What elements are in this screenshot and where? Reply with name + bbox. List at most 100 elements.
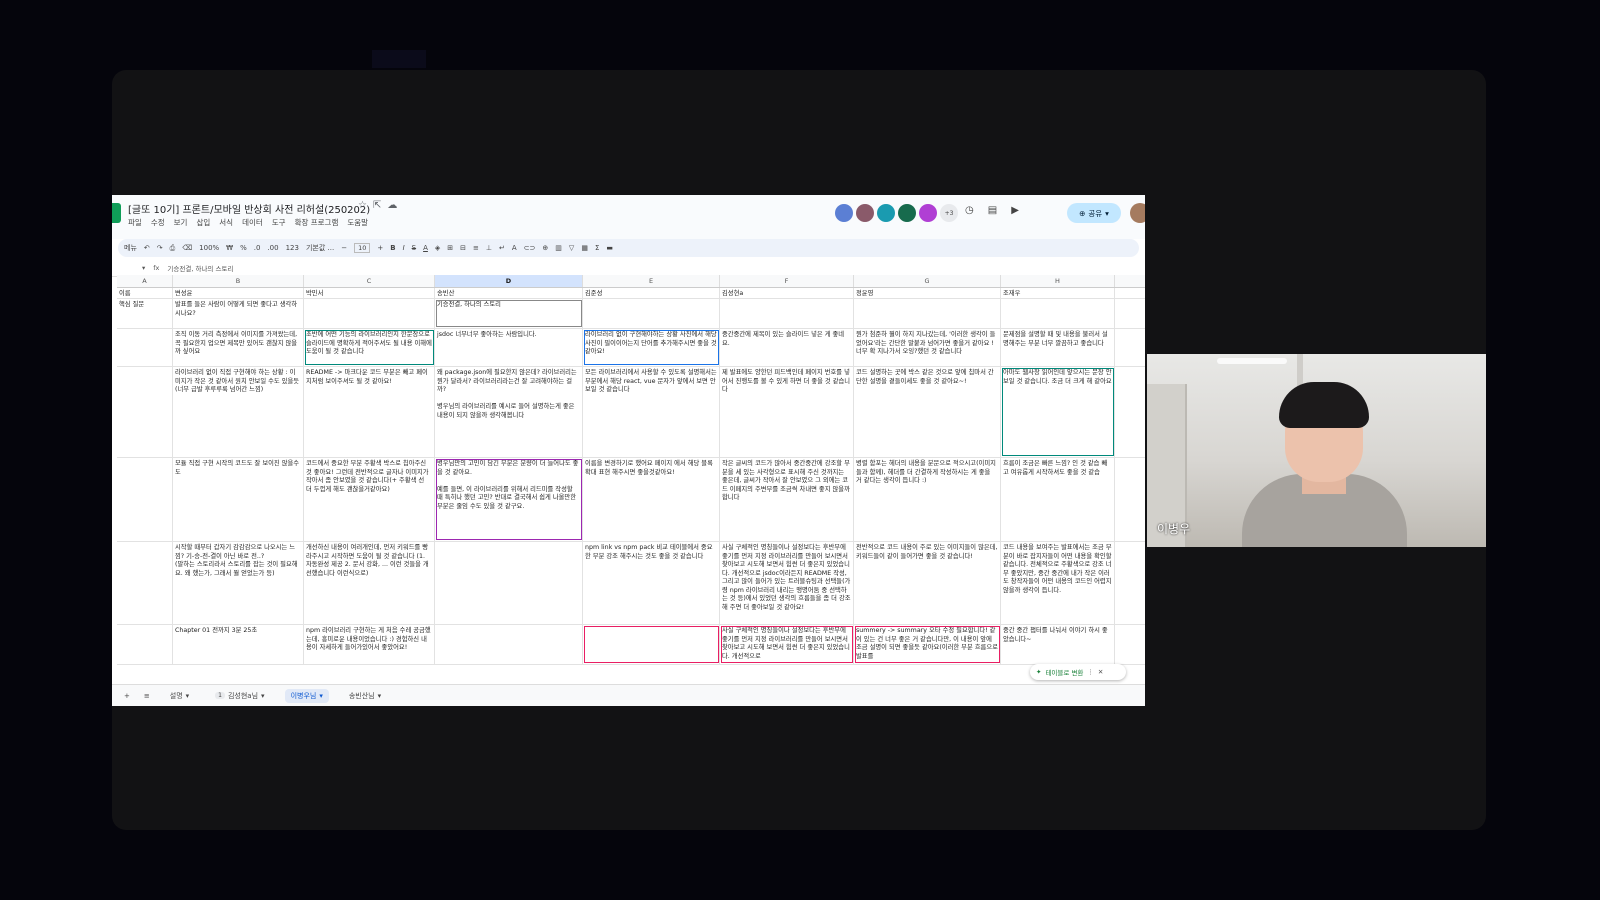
table-cell[interactable]: 라이브러리 없이 직접 구현해야 하는 상황 : 이미지가 작은 것 같아서 원…: [173, 367, 304, 457]
currency-format[interactable]: ₩: [226, 244, 233, 252]
cloud-icon[interactable]: ☁: [387, 200, 403, 211]
history-icon[interactable]: ◷: [965, 205, 974, 216]
align-icon[interactable]: ≡: [473, 244, 479, 252]
font-select[interactable]: 기본값 ...: [306, 243, 334, 253]
merge-icon[interactable]: ⊟: [460, 244, 466, 252]
table-cell[interactable]: 발표를 들은 사람이 어떻게 되면 좋다고 생각하시나요?: [173, 299, 304, 328]
table-cell[interactable]: 병우님만의 고민이 담긴 부분은 분량이 더 늘어나도 좋을 것 같아요. 예를…: [435, 458, 583, 541]
account-avatar[interactable]: [1130, 203, 1145, 223]
comment-icon[interactable]: ▤: [988, 205, 997, 216]
input-tools-icon[interactable]: ▬: [606, 244, 613, 252]
font-size-increase[interactable]: +: [377, 244, 383, 252]
avatar[interactable]: [919, 204, 937, 222]
filter-views-icon[interactable]: ▦: [581, 244, 588, 252]
table-cell[interactable]: 이름: [117, 288, 173, 298]
table-cell[interactable]: 핵심 질문: [117, 299, 173, 328]
convert-to-table-chip[interactable]: ✦ 테이블로 변환 ⋮ ✕: [1030, 664, 1126, 680]
table-cell[interactable]: 작은 글씨의 코드가 많아서 중간중간에 강조할 부분을 세 있는 사각형으로 …: [720, 458, 854, 541]
table-cell[interactable]: [117, 458, 173, 541]
menu-format[interactable]: 서식: [219, 217, 233, 228]
table-cell[interactable]: [583, 625, 720, 664]
avatar[interactable]: [877, 204, 895, 222]
table-cell[interactable]: [1001, 299, 1115, 328]
table-cell[interactable]: 왜 package.json에 필요한지 않은데? 라이브러리는 뭔가 달라서?…: [435, 367, 583, 457]
print-icon[interactable]: ⎙: [170, 244, 176, 253]
menu-insert[interactable]: 삽입: [196, 217, 210, 228]
table-cell[interactable]: 사실 구체적인 명칭들이나 설정보다는 후반부에 좋기를 먼저 지정 라이브러리…: [720, 542, 854, 624]
table-cell[interactable]: 코드 설명하는 곳에 박스 같은 것으로 앞에 칩마서 간단한 설명을 곁들이세…: [854, 367, 1001, 457]
meet-icon[interactable]: ▶: [1011, 205, 1019, 216]
table-cell[interactable]: 개선하신 내용이 여러개인데, 먼저 키워드를 빵라주시고 시작하면 도움이 될…: [304, 542, 435, 624]
table-cell[interactable]: npm link vs npm pack 비교 테이블에서 중요한 부분 강조 …: [583, 542, 720, 624]
close-icon[interactable]: ✕: [1098, 668, 1103, 676]
menu-data[interactable]: 데이터: [242, 217, 263, 228]
table-cell[interactable]: 조재우: [1001, 288, 1115, 298]
italic-icon[interactable]: I: [403, 244, 405, 252]
undo-icon[interactable]: ↶: [144, 244, 150, 252]
column-header-selected[interactable]: D: [435, 275, 583, 287]
valign-icon[interactable]: ⊥: [486, 244, 492, 252]
increase-decimal[interactable]: .00: [267, 244, 278, 252]
chevron-down-icon[interactable]: ▾: [142, 264, 145, 272]
column-header[interactable]: F: [720, 275, 854, 287]
table-cell[interactable]: [117, 625, 173, 664]
avatar[interactable]: [856, 204, 874, 222]
table-cell[interactable]: [583, 299, 720, 328]
table-cell[interactable]: 기승전결, 하나의 스토리: [435, 299, 583, 328]
table-cell[interactable]: Chapter 01 전까지 3분 25초: [173, 625, 304, 664]
table-cell[interactable]: [117, 329, 173, 366]
text-color-icon[interactable]: A: [423, 244, 428, 252]
table-cell[interactable]: 병렬 함포는 헤더의 내용을 분문으로 적으시고(이미지들과 함께), 헤더를 …: [854, 458, 1001, 541]
table-cell[interactable]: npm 라이브러리 구현하는 게 처음 수레 공금했는데, 흥미로운 내용이었습…: [304, 625, 435, 664]
percent-format[interactable]: %: [240, 244, 247, 252]
table-cell[interactable]: [117, 542, 173, 624]
table-cell[interactable]: [435, 542, 583, 624]
table-cell[interactable]: README -> 마크다운 코드 부분은 빼고 페이지처럼 보이주셔도 될 것…: [304, 367, 435, 457]
table-cell[interactable]: 변성윤: [173, 288, 304, 298]
table-cell[interactable]: 코드 내용을 보여주는 발표에서는 조금 부분이 바로 잡지자들이 어떤 내용을…: [1001, 542, 1115, 624]
move-icon[interactable]: ⇱: [373, 200, 387, 211]
menu-file[interactable]: 파일: [128, 217, 142, 228]
redo-icon[interactable]: ↷: [157, 244, 163, 252]
table-cell[interactable]: 이름을 변경하기로 했어요 페이지 에서 해당 블록 확대 표현 해주시면 좋을…: [583, 458, 720, 541]
decrease-decimal[interactable]: .0: [254, 244, 261, 252]
search-menu[interactable]: 메뉴: [124, 243, 137, 253]
bold-icon[interactable]: B: [390, 244, 395, 252]
column-header[interactable]: G: [854, 275, 1001, 287]
table-cell[interactable]: [720, 299, 854, 328]
column-header[interactable]: H: [1001, 275, 1115, 287]
strikethrough-icon[interactable]: S: [412, 244, 416, 252]
zoom-select[interactable]: 100%: [199, 244, 219, 252]
rotate-icon[interactable]: A: [512, 244, 517, 252]
table-cell[interactable]: 김준성: [583, 288, 720, 298]
table-cell[interactable]: 시작할 때부터 갑자기 감감감으로 나오시는 느낌? 기-승-전-결이 아닌 바…: [173, 542, 304, 624]
sheet-tab-active[interactable]: 이병우님 ▾: [284, 688, 329, 703]
menu-extensions[interactable]: 확장 프로그램: [295, 217, 339, 228]
sheet-tab[interactable]: 설명 ▾: [164, 689, 195, 703]
filter-icon[interactable]: ▽: [569, 244, 574, 252]
menu-view[interactable]: 보기: [174, 217, 188, 228]
add-sheet-icon[interactable]: +: [124, 692, 130, 700]
column-header[interactable]: E: [583, 275, 720, 287]
table-cell[interactable]: 모듈 직접 구현 시작의 코드도 잘 보이진 않을수도: [173, 458, 304, 541]
font-size-decrease[interactable]: −: [341, 244, 347, 252]
column-header[interactable]: B: [173, 275, 304, 287]
table-cell[interactable]: 문제점을 설명할 때 및 내용을 불러서 설명해주는 부분 너무 깔끔하고 좋습…: [1001, 329, 1115, 366]
sheets-logo-icon[interactable]: [112, 203, 121, 223]
link-icon[interactable]: ⊂⊃: [524, 244, 536, 252]
participant-video-tile[interactable]: 이병우: [1147, 354, 1486, 547]
table-cell[interactable]: summery -> summary 오타 수정 필요합니다! 같이 있는 건 …: [854, 625, 1001, 664]
table-cell[interactable]: 뭔가 첨준하 뭘이 하지 지나갔는데, '이러한 생각이 들었어요'라는 간단한…: [854, 329, 1001, 366]
table-cell[interactable]: 중간 중간 챕터를 나눠서 이야기 하시 좋았습니다~: [1001, 625, 1115, 664]
avatar-overflow-count[interactable]: +3: [940, 204, 958, 222]
table-cell[interactable]: 송빈산: [435, 288, 583, 298]
fill-color-icon[interactable]: ◈: [435, 244, 440, 252]
table-cell[interactable]: 중간중간에 제목이 있는 슬라이드 넣은 게 좋네요.: [720, 329, 854, 366]
table-cell[interactable]: 정윤영: [854, 288, 1001, 298]
borders-icon[interactable]: ⊞: [447, 244, 453, 252]
paint-format-icon[interactable]: ⌫: [182, 244, 192, 252]
menu-edit[interactable]: 수정: [151, 217, 165, 228]
comment-add-icon[interactable]: ⊕: [542, 244, 548, 252]
column-header[interactable]: A: [117, 275, 173, 287]
table-cell[interactable]: 조직 이동 거리 측정에서 이미지를 가져왔는데, 꼭 필요한지 업으면 제목만…: [173, 329, 304, 366]
